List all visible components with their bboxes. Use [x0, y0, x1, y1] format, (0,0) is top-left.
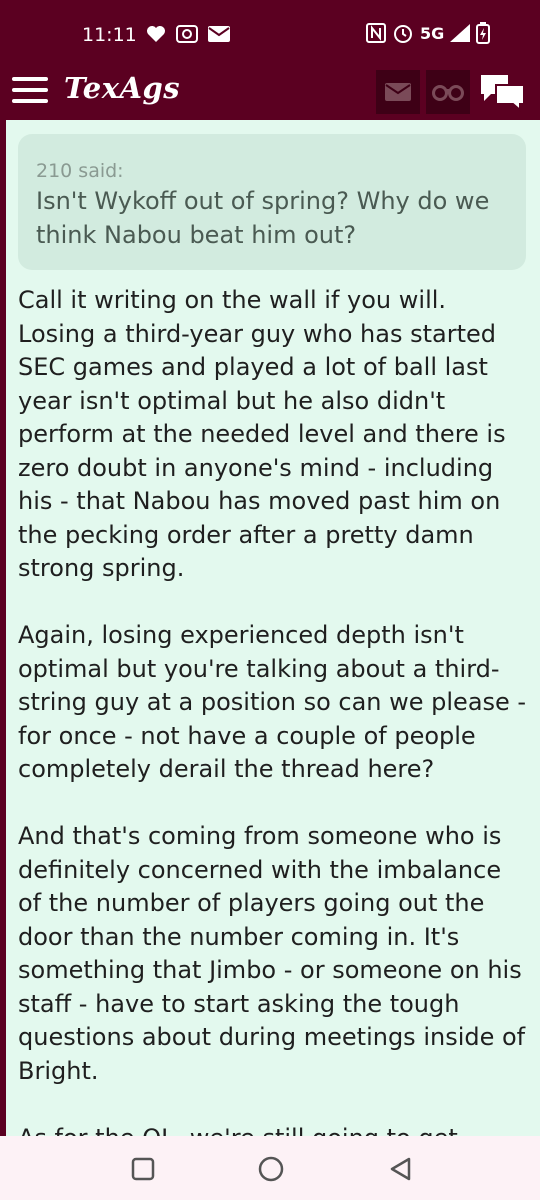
home-button[interactable] — [256, 1154, 286, 1184]
mail-icon — [385, 83, 411, 101]
messages-button[interactable] — [376, 70, 420, 114]
battery-charging-icon — [476, 22, 491, 44]
quote-text: Isn't Wykoff out of spring? Why do we th… — [36, 187, 490, 249]
quote-author: 210 said: — [36, 160, 124, 182]
status-bar: 11:11 5G — [0, 0, 540, 62]
recent-apps-icon — [131, 1157, 155, 1181]
app-bar: TexAgs — [0, 62, 540, 120]
back-icon — [390, 1157, 411, 1181]
post-paragraph: And that's coming from someone who is de… — [18, 822, 526, 1085]
status-time: 11:11 — [82, 24, 137, 46]
post-body: Call it writing on the wall if you will.… — [18, 284, 528, 1136]
alarm-icon — [394, 25, 412, 43]
mail-icon — [208, 26, 230, 42]
post-paragraph: Again, losing experienced depth isn't op… — [18, 621, 527, 783]
system-nav-bar — [0, 1136, 540, 1200]
radio-icon — [176, 25, 198, 43]
brand-logo[interactable]: TexAgs — [64, 71, 180, 105]
binoculars-icon — [432, 85, 464, 101]
back-button[interactable] — [386, 1154, 416, 1184]
chat-icon — [481, 75, 525, 113]
recent-apps-button[interactable] — [128, 1154, 158, 1184]
post-content: 210 said: Isn't Wykoff out of spring? Wh… — [6, 120, 540, 1136]
signal-icon — [450, 24, 471, 42]
watch-button[interactable] — [426, 70, 470, 114]
heart-icon — [147, 26, 165, 42]
quote-block: 210 said: Isn't Wykoff out of spring? Wh… — [18, 134, 526, 270]
post-paragraph: As for the OL, we're still going to get.… — [18, 1122, 528, 1137]
network-type: 5G — [420, 23, 445, 43]
menu-icon[interactable] — [12, 77, 48, 105]
home-icon — [258, 1156, 284, 1182]
nfc-icon — [366, 23, 386, 43]
post-paragraph: Call it writing on the wall if you will.… — [18, 286, 506, 582]
chat-button[interactable] — [478, 72, 528, 113]
